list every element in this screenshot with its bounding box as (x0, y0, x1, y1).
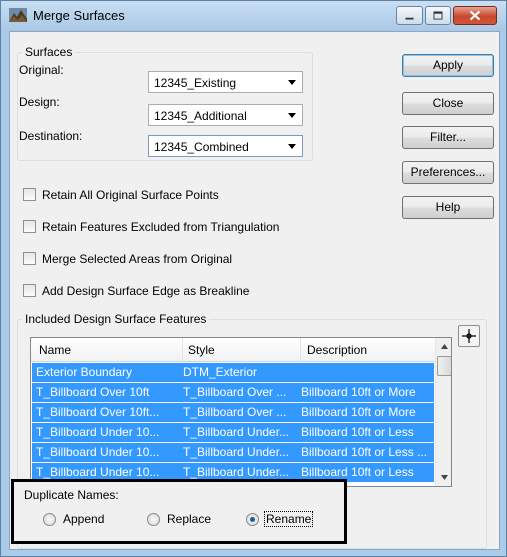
features-list-scrollbar[interactable] (435, 338, 452, 486)
feature-name: T_Billboard Over 10ft... (36, 405, 160, 419)
merge-surfaces-dialog: Merge Surfaces Surfaces Original: 12345_… (0, 0, 507, 557)
merge-selected-areas-label: Merge Selected Areas from Original (42, 252, 233, 266)
maximize-icon (433, 11, 443, 20)
chevron-down-icon (288, 80, 296, 85)
edge-as-breakline-label: Add Design Surface Edge as Breakline (42, 284, 250, 298)
duplicate-names-group: Duplicate Names: Append Replace Rename (11, 479, 347, 544)
scroll-down-arrow-icon[interactable] (436, 469, 452, 486)
retain-excluded-features-checkbox[interactable] (23, 220, 36, 233)
filter-button[interactable]: Filter... (402, 126, 494, 149)
scrollbar-thumb[interactable] (437, 356, 451, 376)
help-button[interactable]: Help (402, 196, 494, 219)
features-list-header: Name Style Description (31, 338, 435, 362)
mountains-app-icon (9, 8, 27, 22)
retain-excluded-features-label: Retain Features Excluded from Triangulat… (42, 220, 280, 234)
duplicate-names-label: Duplicate Names: (24, 488, 119, 502)
column-header-name[interactable]: Name (39, 343, 71, 357)
design-label: Design: (19, 95, 60, 109)
features-list[interactable]: Name Style Description Exterior Boundary… (30, 337, 452, 487)
design-surface-value: 12345_Additional (154, 109, 247, 123)
table-row[interactable]: T_Billboard Over 10ft... T_Billboard Ove… (32, 403, 434, 422)
feature-style: T_Billboard Over ... (183, 405, 287, 419)
feature-description: Billboard 10ft or More (301, 405, 416, 419)
feature-description: Billboard 10ft or Less ... (301, 445, 428, 459)
rename-radio[interactable] (246, 513, 259, 526)
features-group-label: Included Design Surface Features (22, 312, 210, 326)
replace-radio-label[interactable]: Replace (167, 512, 211, 526)
feature-style: T_Billboard Under... (183, 425, 290, 439)
window-title: Merge Surfaces (33, 8, 125, 23)
feature-name: T_Billboard Under 10... (36, 445, 160, 459)
feature-name: Exterior Boundary (36, 365, 133, 379)
feature-description: Billboard 10ft or More (301, 385, 416, 399)
feature-description: Billboard 10ft or Less (301, 425, 414, 439)
column-divider[interactable] (300, 338, 301, 361)
column-header-description[interactable]: Description (307, 343, 367, 357)
column-divider[interactable] (182, 338, 183, 361)
feature-style: T_Billboard Over ... (183, 385, 287, 399)
destination-surface-select[interactable]: 12345_Combined (148, 135, 303, 157)
feature-name: T_Billboard Under 10... (36, 465, 160, 479)
chevron-down-icon (288, 144, 296, 149)
dialog-body: Surfaces Original: 12345_Existing Design… (9, 31, 500, 550)
preferences-button[interactable]: Preferences... (402, 161, 494, 184)
original-label: Original: (19, 63, 64, 77)
table-row[interactable]: Exterior Boundary DTM_Exterior (32, 363, 434, 382)
feature-style: DTM_Exterior (183, 365, 258, 379)
features-list-rows: Exterior Boundary DTM_Exterior T_Billboa… (31, 363, 435, 486)
rename-radio-label[interactable]: Rename (264, 511, 314, 527)
append-radio-label[interactable]: Append (63, 512, 104, 526)
surfaces-group-label: Surfaces (22, 45, 76, 59)
column-header-style[interactable]: Style (188, 343, 215, 357)
table-row[interactable]: T_Billboard Under 10... T_Billboard Unde… (32, 443, 434, 462)
table-row[interactable]: T_Billboard Under 10... T_Billboard Unde… (32, 423, 434, 442)
feature-description: Billboard 10ft or Less (301, 465, 414, 479)
feature-style: T_Billboard Under... (183, 465, 290, 479)
edge-as-breakline-checkbox[interactable] (23, 284, 36, 297)
merge-selected-areas-checkbox[interactable] (23, 252, 36, 265)
original-surface-select[interactable]: 12345_Existing (148, 71, 303, 93)
design-surface-select[interactable]: 12345_Additional (148, 104, 303, 126)
chevron-down-icon (288, 113, 296, 118)
destination-surface-value: 12345_Combined (154, 140, 249, 154)
target-button[interactable] (458, 325, 480, 347)
minimize-icon (405, 17, 414, 20)
feature-name: T_Billboard Under 10... (36, 425, 160, 439)
original-surface-value: 12345_Existing (154, 76, 237, 90)
scroll-up-arrow-icon[interactable] (436, 338, 452, 355)
title-bar[interactable]: Merge Surfaces (1, 1, 506, 31)
apply-button[interactable]: Apply (402, 54, 494, 77)
close-icon (469, 10, 481, 21)
retain-original-points-label: Retain All Original Surface Points (42, 188, 219, 202)
append-radio[interactable] (43, 513, 56, 526)
close-button[interactable]: Close (402, 92, 494, 115)
maximize-button[interactable] (425, 6, 451, 25)
close-window-button[interactable] (453, 6, 497, 25)
crosshair-icon (462, 329, 476, 343)
table-row[interactable]: T_Billboard Over 10ft T_Billboard Over .… (32, 383, 434, 402)
feature-style: T_Billboard Under... (183, 445, 290, 459)
retain-original-points-checkbox[interactable] (23, 188, 36, 201)
replace-radio[interactable] (147, 513, 160, 526)
destination-label: Destination: (19, 129, 83, 143)
feature-name: T_Billboard Over 10ft (36, 385, 150, 399)
minimize-button[interactable] (396, 6, 423, 25)
